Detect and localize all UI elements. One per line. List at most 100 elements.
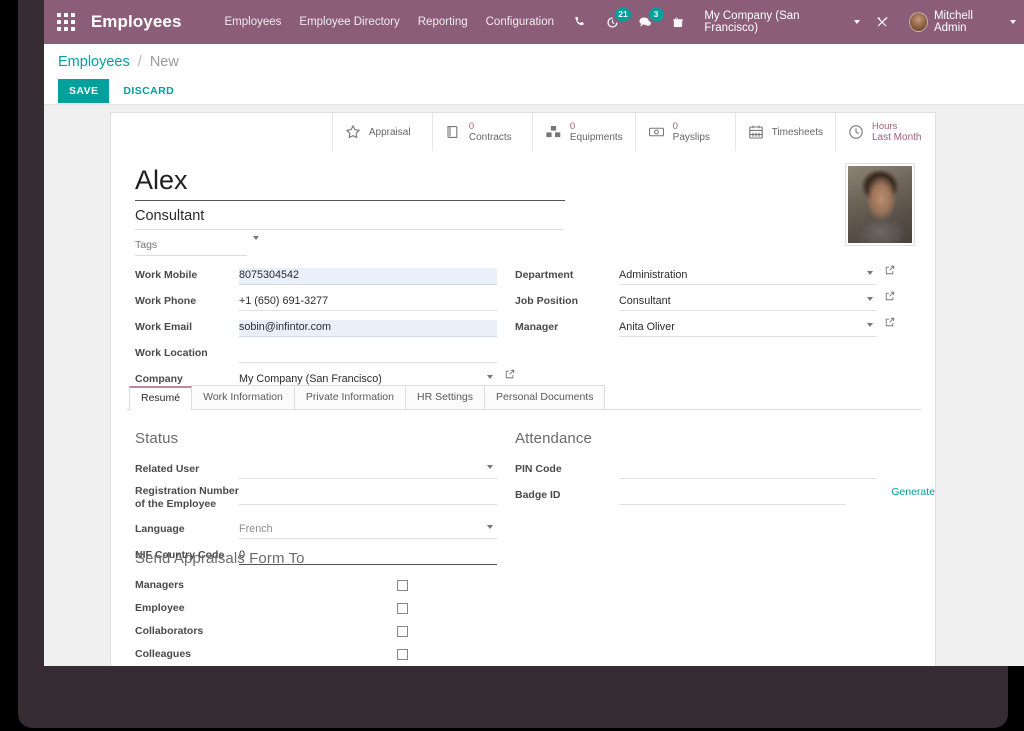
- external-link-icon[interactable]: [505, 369, 515, 384]
- attendance-group: Attendance PIN Code Badge ID Generate: [515, 430, 935, 511]
- field-value: [239, 265, 497, 285]
- field-value: [239, 291, 497, 311]
- field-value: [239, 317, 497, 337]
- checkbox-collaborators[interactable]: [397, 625, 408, 637]
- chevron-down-icon[interactable]: [253, 236, 259, 240]
- tab-private-information[interactable]: Private Information: [293, 385, 406, 409]
- breadcrumb-separator: /: [137, 54, 142, 70]
- work-email-input[interactable]: [239, 320, 497, 337]
- language-input[interactable]: [239, 522, 497, 539]
- group-title: Status: [135, 430, 179, 447]
- smart-button-appraisal[interactable]: Appraisal: [331, 113, 432, 151]
- field-value: [239, 459, 497, 479]
- tab-work-information[interactable]: Work Information: [191, 385, 295, 409]
- field-label: Registration Number of the Employee: [135, 485, 239, 510]
- checkbox-managers[interactable]: [397, 579, 408, 591]
- smart-button-text: Timesheets: [772, 127, 823, 138]
- smart-button-payslips[interactable]: 0 Payslips: [634, 113, 735, 151]
- calendar-icon: [748, 124, 764, 140]
- chevron-down-icon[interactable]: [867, 271, 873, 275]
- external-link-icon[interactable]: [885, 317, 895, 332]
- field-work-mobile: Work Mobile: [135, 265, 497, 285]
- chevron-down-icon[interactable]: [487, 465, 493, 469]
- smart-button-hours-last-month[interactable]: Hours Last Month: [835, 113, 935, 151]
- manager-input[interactable]: [619, 320, 877, 337]
- breadcrumb-employees[interactable]: Employees: [58, 54, 130, 70]
- generate-badge-link[interactable]: Generate: [891, 486, 935, 498]
- smart-button-text: 0 Payslips: [673, 121, 710, 143]
- checkbox-employee[interactable]: [397, 602, 408, 614]
- app-title[interactable]: Employees: [91, 12, 182, 32]
- smart-button-label: Timesheets: [771, 126, 823, 138]
- field-value: [619, 291, 895, 311]
- field-badge-id: Badge ID Generate: [515, 485, 935, 505]
- form-background: Appraisal 0 Contracts 0 Equipments 0 Pay…: [44, 105, 1024, 666]
- field-value: [239, 519, 497, 539]
- user-name: Mitchell Admin: [933, 10, 973, 34]
- tab-resume[interactable]: Resumé: [129, 386, 193, 410]
- book-icon: [445, 124, 461, 140]
- smart-button-equipments[interactable]: 0 Equipments: [531, 113, 635, 151]
- notebook-tab-bar: Resumé Work Information Private Informat…: [127, 385, 921, 410]
- field-label: Work Phone: [135, 295, 197, 307]
- chevron-down-icon[interactable]: [487, 525, 493, 529]
- employee-name-input[interactable]: [135, 165, 565, 201]
- money-icon: [648, 124, 665, 140]
- tags-input[interactable]: [135, 239, 247, 256]
- external-link-icon[interactable]: [885, 265, 895, 280]
- discard-button[interactable]: DISCARD: [117, 79, 180, 103]
- gift-box-icon[interactable]: [666, 9, 691, 35]
- checkbox-colleagues[interactable]: [397, 648, 408, 660]
- checkbox-row-managers: Managers: [135, 579, 497, 591]
- field-label: PIN Code: [515, 463, 562, 475]
- menu-reporting[interactable]: Reporting: [409, 10, 477, 34]
- activity-clock-icon[interactable]: 21: [600, 8, 631, 35]
- badge-id-input[interactable]: [619, 488, 847, 505]
- wrench-screwdriver-icon[interactable]: [870, 9, 895, 35]
- smart-button-timesheets[interactable]: Timesheets: [734, 113, 835, 151]
- checkbox-row-colleagues: Colleagues: [135, 648, 497, 660]
- menu-configuration[interactable]: Configuration: [477, 10, 563, 34]
- chevron-down-icon[interactable]: [487, 375, 493, 379]
- related-user-input[interactable]: [239, 462, 497, 479]
- tab-personal-documents[interactable]: Personal Documents: [484, 385, 606, 409]
- work-phone-input[interactable]: [239, 294, 497, 311]
- company-selector[interactable]: My Company (San Francisco): [704, 10, 861, 34]
- field-value: [239, 485, 497, 505]
- employee-photo[interactable]: [845, 163, 915, 246]
- phone-icon[interactable]: [567, 9, 592, 35]
- external-link-icon[interactable]: [885, 291, 895, 306]
- notebook: Resumé Work Information Private Informat…: [127, 385, 935, 666]
- save-button[interactable]: SAVE: [58, 79, 110, 103]
- field-work-location: Work Location: [135, 343, 497, 363]
- menu-employee-directory[interactable]: Employee Directory: [290, 10, 408, 34]
- user-menu[interactable]: Mitchell Admin: [908, 10, 1016, 34]
- smart-button-contracts[interactable]: 0 Contracts: [431, 113, 532, 151]
- apps-grid-icon[interactable]: [52, 7, 81, 37]
- field-label: Department: [515, 269, 574, 281]
- company-label: My Company (San Francisco): [704, 10, 800, 34]
- work-location-input[interactable]: [239, 346, 497, 363]
- job-position-input[interactable]: [619, 294, 877, 311]
- registration-number-input[interactable]: [239, 488, 497, 505]
- smart-button-text: 0 Contracts: [469, 121, 512, 143]
- notebook-page: Status Related User Registration Number …: [127, 410, 935, 666]
- job-title-input[interactable]: [135, 208, 563, 230]
- smart-button-bar: Appraisal 0 Contracts 0 Equipments 0 Pay…: [331, 113, 935, 151]
- department-input[interactable]: [619, 268, 877, 285]
- breadcrumb-current: New: [149, 54, 179, 70]
- checkbox-row-employee: Employee: [135, 602, 497, 614]
- work-mobile-input[interactable]: [239, 268, 497, 285]
- field-value: [619, 317, 895, 337]
- field-label: Language: [135, 523, 185, 535]
- pin-code-input[interactable]: [619, 462, 877, 479]
- chevron-down-icon[interactable]: [867, 297, 873, 301]
- smart-button-label: Appraisal: [368, 126, 411, 138]
- menu-employees[interactable]: Employees: [216, 10, 291, 34]
- tab-hr-settings[interactable]: HR Settings: [404, 385, 486, 409]
- chevron-down-icon[interactable]: [867, 323, 873, 327]
- messages-icon[interactable]: 3: [633, 8, 664, 35]
- field-value: [239, 343, 497, 363]
- form-sheet: Appraisal 0 Contracts 0 Equipments 0 Pay…: [110, 112, 936, 666]
- field-value: [619, 459, 877, 479]
